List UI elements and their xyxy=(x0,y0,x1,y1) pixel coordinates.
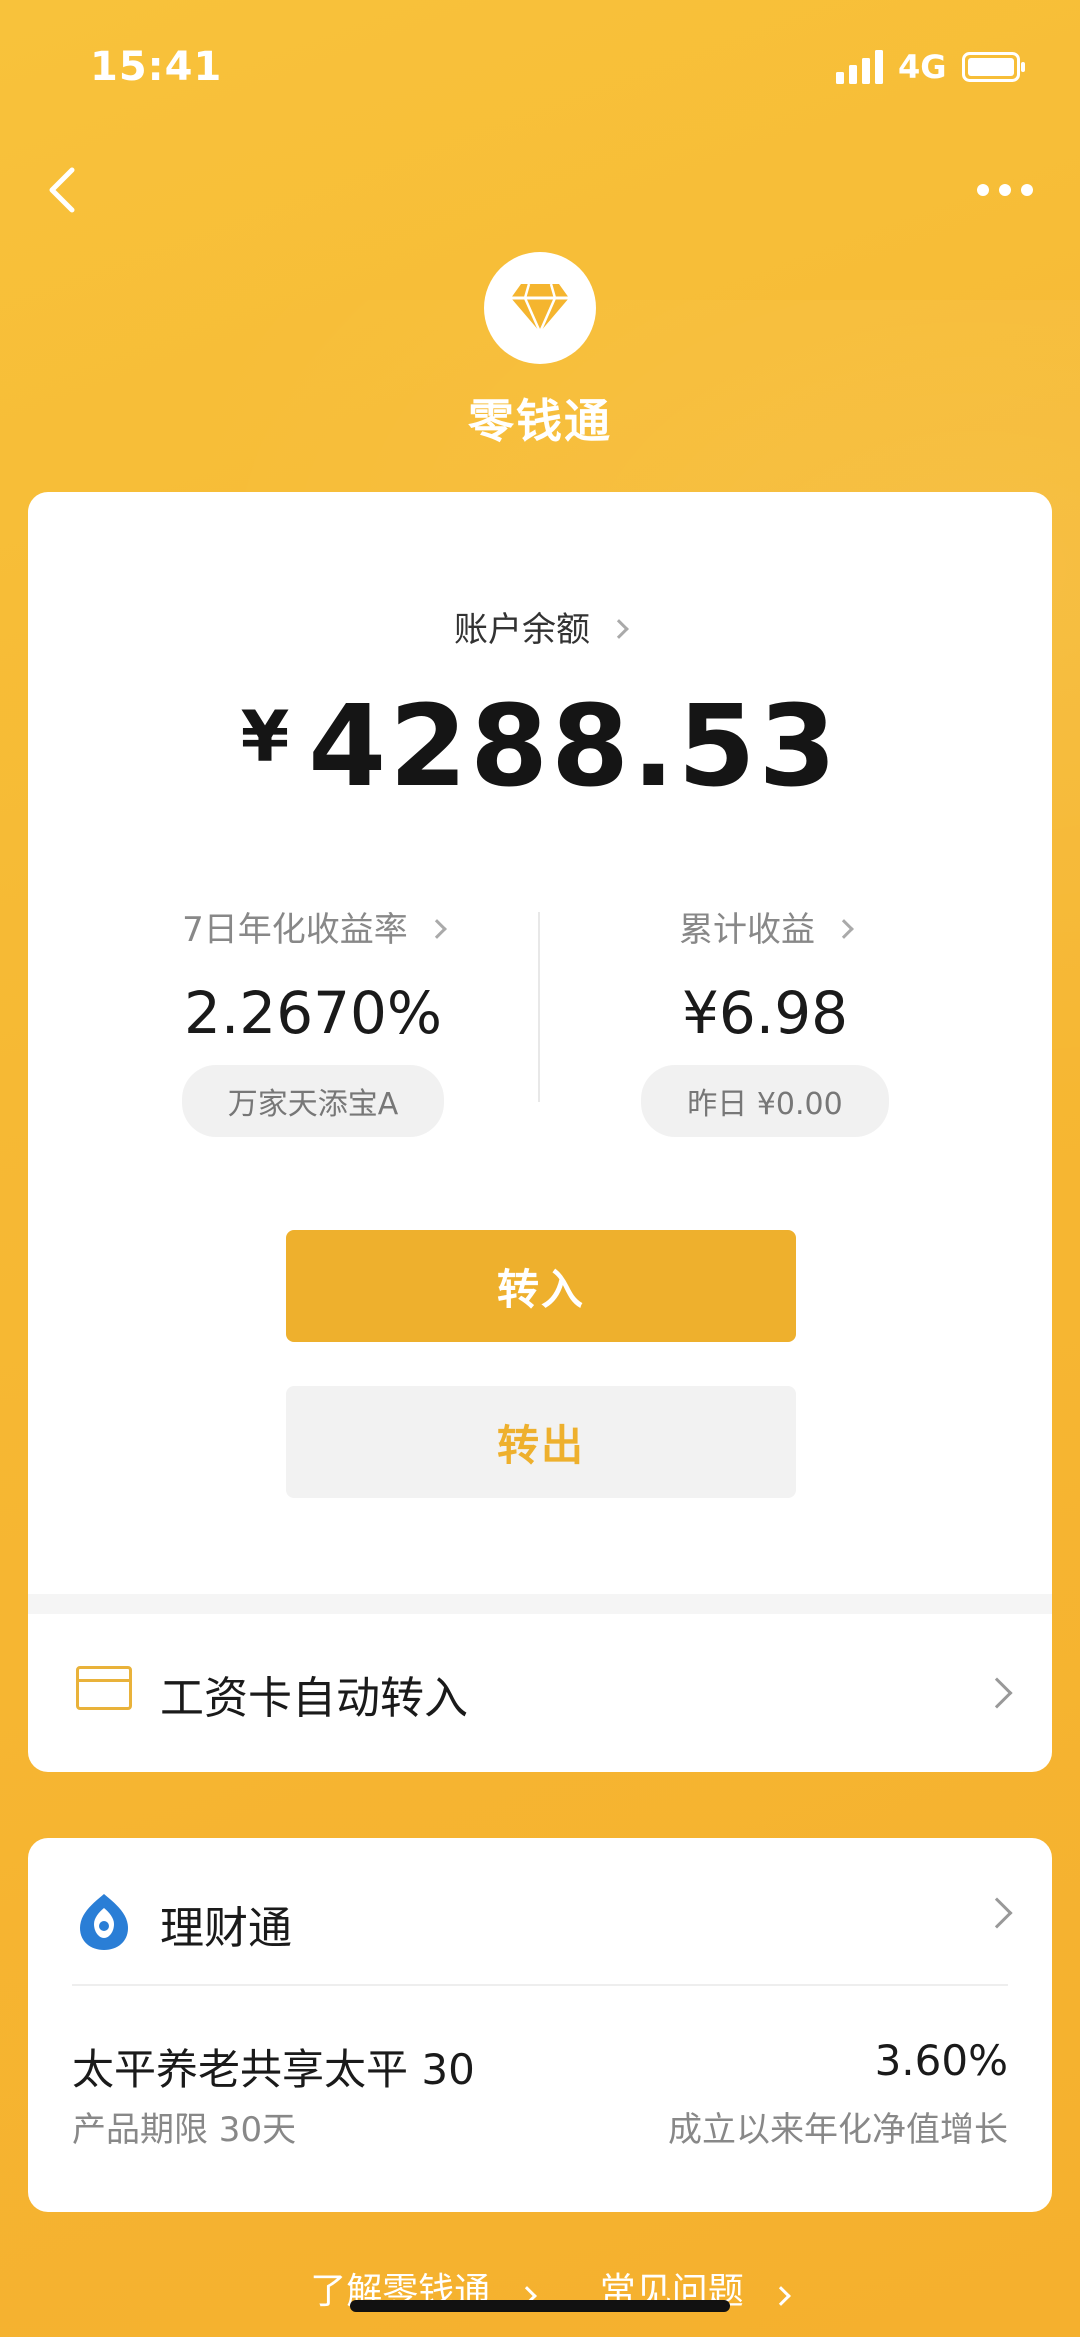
app-logo xyxy=(484,252,596,364)
status-time: 15:41 xyxy=(90,44,223,90)
back-button[interactable] xyxy=(38,160,88,220)
divider xyxy=(72,1984,1008,1986)
licaitong-title: 理财通 xyxy=(160,1903,292,1954)
balance-card: 账户余额 ¥4288.53 7日年化收益率 2.2670% 万家天添宝A 累计收… xyxy=(28,492,1052,1772)
battery-icon xyxy=(962,52,1025,82)
earnings-stat[interactable]: 累计收益 ¥6.98 昨日 ¥0.00 xyxy=(540,902,1050,1137)
more-dot xyxy=(977,184,989,196)
balance-amount: ¥4288.53 xyxy=(28,682,1052,812)
balance-label: 账户余额 xyxy=(454,610,590,650)
network-label: 4G xyxy=(898,48,947,86)
earnings-value: ¥6.98 xyxy=(681,979,849,1047)
yield-stat[interactable]: 7日年化收益率 2.2670% 万家天添宝A xyxy=(28,902,538,1137)
more-button[interactable] xyxy=(970,170,1040,210)
salary-auto-transfer-row[interactable]: 工资卡自动转入 xyxy=(28,1614,1052,1772)
yesterday-badge: 昨日 ¥0.00 xyxy=(641,1065,889,1137)
salary-label: 工资卡自动转入 xyxy=(160,1673,468,1724)
chevron-right-icon xyxy=(981,1897,1013,1929)
section-gap xyxy=(28,1594,1052,1614)
licaitong-card: 理财通 太平养老共享太平 30 产品期限 30天 3.60% 成立以来年化净值增… xyxy=(28,1838,1052,2212)
more-dot xyxy=(1021,184,1033,196)
chevron-right-icon xyxy=(426,918,447,939)
yield-value: 2.2670% xyxy=(183,979,443,1047)
product-name: 太平养老共享太平 30 xyxy=(72,2045,475,2094)
currency-symbol: ¥ xyxy=(240,696,293,778)
chevron-left-icon xyxy=(49,167,75,213)
home-indicator[interactable] xyxy=(350,2300,730,2312)
product-rate-label: 成立以来年化净值增长 xyxy=(668,2110,1008,2150)
card-icon xyxy=(76,1666,132,1710)
chevron-right-icon xyxy=(609,618,629,639)
fund-badge: 万家天添宝A xyxy=(181,1065,445,1137)
balance-label-link[interactable]: 账户余额 xyxy=(28,602,1052,651)
licaitong-header[interactable]: 理财通 xyxy=(28,1838,1052,1984)
signal-icon xyxy=(836,50,883,84)
diamond-icon xyxy=(511,283,569,336)
chevron-right-icon xyxy=(981,1677,1013,1709)
transfer-in-button[interactable]: 转入 xyxy=(286,1230,796,1342)
balance-number: 4288.53 xyxy=(308,682,840,812)
earnings-label: 累计收益 xyxy=(679,910,815,950)
product-term: 产品期限 30天 xyxy=(72,2110,297,2150)
chevron-right-icon xyxy=(834,918,854,939)
page-title: 零钱通 xyxy=(468,394,612,448)
yield-label: 7日年化收益率 xyxy=(182,910,408,950)
licaitong-logo-icon xyxy=(80,1894,128,1950)
chevron-right-icon xyxy=(770,2286,791,2306)
status-bar: 15:41 4G xyxy=(0,0,1080,130)
product-rate: 3.60% xyxy=(874,2036,1008,2085)
more-dot xyxy=(999,184,1011,196)
transfer-out-button[interactable]: 转出 xyxy=(286,1386,796,1498)
